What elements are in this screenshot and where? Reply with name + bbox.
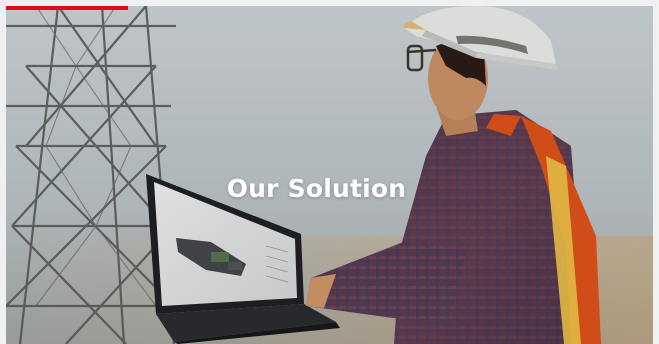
page-frame: Our Solution [0,0,659,344]
hero-banner: Our Solution [6,6,653,344]
title-underline [6,6,128,10]
hero-title: Our Solution [6,174,653,203]
title-underline-bar [6,6,128,10]
hero-title-text: Our Solution [226,174,407,203]
